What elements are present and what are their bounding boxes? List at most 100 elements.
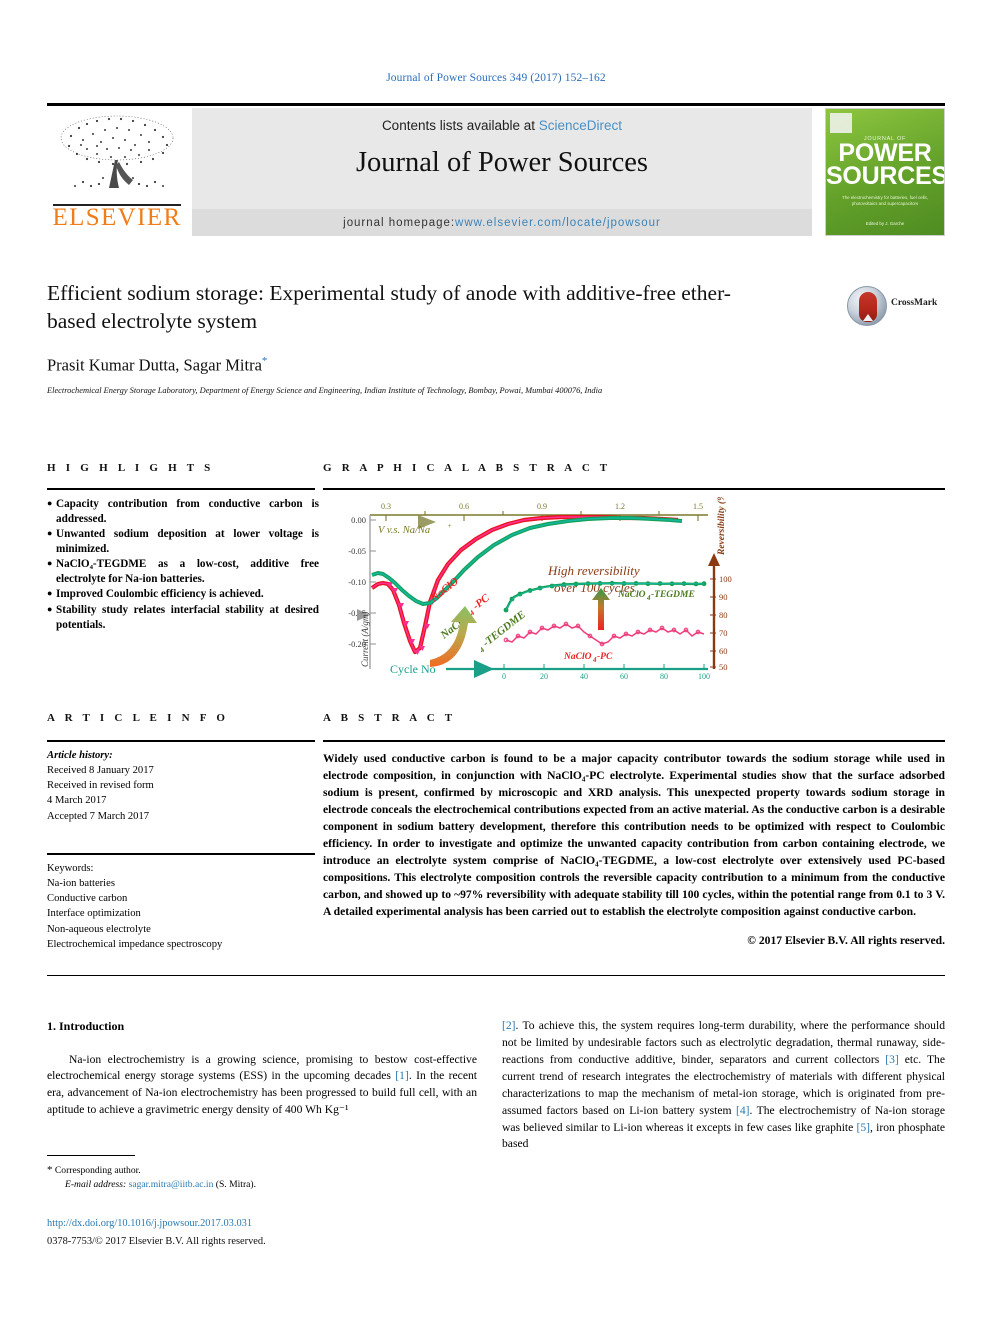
journal-masthead: ELSEVIER Contents lists available at Sci… — [47, 106, 945, 236]
svg-text:1.5: 1.5 — [693, 502, 703, 511]
list-item: ● Stability study relates interfacial st… — [47, 603, 319, 632]
citation-ref[interactable]: [5] — [856, 1121, 870, 1134]
inset-label-naclo4-tegdme-tail: -TEGDME — [651, 590, 695, 600]
corresponding-author-text: Corresponding author. — [54, 1165, 141, 1176]
email-label: E-mail address: — [65, 1178, 127, 1190]
keyword-item: Interface optimization — [47, 908, 141, 920]
journal-title: Journal of Power Sources — [355, 147, 649, 178]
author-names: Prasit Kumar Dutta, Sagar Mitra — [47, 355, 262, 375]
svg-text:80: 80 — [719, 610, 728, 620]
svg-text:-0.05: -0.05 — [348, 546, 366, 556]
highlights-rule — [47, 488, 315, 490]
body-separator-rule — [47, 975, 945, 976]
svg-text:60: 60 — [620, 672, 628, 681]
keywords-rule — [47, 853, 315, 855]
author-list: Prasit Kumar Dutta, Sagar Mitra* — [47, 355, 945, 376]
abstract-rule — [323, 740, 945, 742]
article-history-item: 4 March 2017 — [47, 795, 107, 807]
paper-page: Journal of Power Sources 349 (2017) 152–… — [0, 0, 992, 1323]
homepage-url-link[interactable]: www.elsevier.com/locate/jpowsour — [455, 217, 661, 229]
email-note: E-mail address: sagar.mitra@iitb.ac.in (… — [47, 1179, 477, 1190]
email-link[interactable]: sagar.mitra@iitb.ac.in — [129, 1179, 214, 1190]
journal-homepage-band: journal homepage: www.elsevier.com/locat… — [192, 209, 812, 236]
citation-ref[interactable]: [3] — [885, 1053, 899, 1066]
cover-title-line2: SOURCES — [826, 162, 945, 190]
main-x-axis-label: V v.s. Na/Na — [378, 525, 430, 536]
highlight-text: Improved Coulombic efficiency is achieve… — [56, 588, 264, 601]
keywords-list: Keywords: Na-ion batteries Conductive ca… — [47, 861, 315, 952]
svg-text:-0.10: -0.10 — [348, 577, 366, 587]
footnote-rule — [47, 1155, 135, 1156]
doi-link[interactable]: http://dx.doi.org/10.1016/j.jpowsour.201… — [47, 1218, 252, 1229]
keywords-label: Keywords: — [47, 863, 94, 874]
list-item: ● Improved Coulombic efficiency is achie… — [47, 587, 319, 602]
svg-text:100: 100 — [698, 672, 710, 681]
journal-cover-thumbnail[interactable]: JOURNAL OF POWER SOURCES The electrochem… — [825, 108, 945, 236]
main-x-tick-labels: 0.3 0.6 0.9 1.2 1.5 — [381, 502, 703, 511]
abstract-body: Widely used conductive carbon is found t… — [323, 750, 945, 949]
list-item: ● NaClO₄-TEGDME as a low-cost, additive … — [47, 557, 319, 586]
crossmark-badge[interactable]: CrossMark — [847, 286, 945, 328]
inset-label-naclo4-tegdme: NaClO — [617, 590, 646, 600]
trend-arrow-main-icon — [430, 606, 477, 667]
crossmark-icon-arrow — [863, 314, 873, 321]
list-item: ● Unwanted sodium deposition at lower vo… — [47, 527, 319, 556]
bullet-icon: ● — [47, 603, 53, 614]
svg-text:1.2: 1.2 — [615, 502, 625, 511]
curve-label-naclo4-tegdme-tail: -TEGDME — [480, 609, 527, 650]
graphical-abstract-heading: G R A P H I C A L A B S T R A C T — [323, 462, 611, 474]
list-item: ● Capacity contribution from conductive … — [47, 497, 319, 526]
article-info-heading: A R T I C L E I N F O — [47, 712, 229, 724]
citation-ref[interactable]: [1] — [395, 1069, 409, 1082]
footnote-star-icon: * — [47, 1164, 53, 1176]
elsevier-wordmark: ELSEVIER — [52, 204, 182, 231]
issn-copyright-line: 0378-7753/© 2017 Elsevier B.V. All right… — [47, 1236, 266, 1247]
abstract-copyright: © 2017 Elsevier B.V. All rights reserved… — [747, 934, 945, 948]
masthead-center: Contents lists available at ScienceDirec… — [192, 108, 812, 236]
intro-column-left: 1. Introduction Na-ion electrochemistry … — [47, 1018, 477, 1119]
inset-label-naclo4-pc-tail: -PC — [597, 652, 613, 662]
inset-x-axis-label: Cycle No — [390, 662, 436, 676]
svg-text:0: 0 — [502, 672, 506, 681]
contents-list-line: Contents lists available at ScienceDirec… — [382, 118, 622, 133]
citation-ref[interactable]: [4] — [736, 1104, 750, 1117]
corresponding-author-marker: * — [261, 354, 268, 367]
main-y-ticks — [370, 519, 376, 645]
footnote-block: * Corresponding author. E-mail address: … — [47, 1155, 477, 1190]
intro-paragraph-left: Na-ion electrochemistry is a growing sci… — [47, 1052, 477, 1117]
corresponding-author-note: * Corresponding author. — [47, 1162, 477, 1179]
article-history-label: Article history: — [47, 750, 113, 761]
svg-text:0.00: 0.00 — [351, 515, 366, 525]
keyword-item: Conductive carbon — [47, 893, 128, 905]
article-info-rule — [47, 740, 315, 742]
article-history-item: Accepted 7 March 2017 — [47, 810, 150, 822]
bullet-icon: ● — [47, 498, 53, 508]
affiliation: Electrochemical Energy Storage Laborator… — [47, 386, 603, 396]
inset-y-tick-labels: 100 90 80 70 60 50 — [719, 574, 732, 672]
page-title: Efficient sodium storage: Experimental s… — [47, 281, 731, 333]
svg-text:70: 70 — [719, 628, 728, 638]
contents-prefix: Contents lists available at — [381, 118, 539, 133]
inset-label-naclo4-pc: NaClO — [563, 652, 592, 662]
keyword-item: Na-ion batteries — [47, 878, 115, 890]
title-block: Efficient sodium storage: Experimental s… — [47, 280, 945, 398]
inset-x-axis-arrow-icon — [474, 660, 494, 678]
highlight-text: Stability study relates interfacial stab… — [56, 603, 319, 631]
highlight-text: NaClO₄-TEGDME as a low-cost, additive fr… — [56, 558, 319, 585]
cover-elsevier-mini-logo — [830, 113, 852, 133]
keyword-item: Electrochemical impedance spectroscopy — [47, 938, 223, 950]
graphical-abstract-rule — [323, 488, 945, 490]
svg-text:20: 20 — [540, 672, 548, 681]
article-history: Article history: Received 8 January 2017… — [47, 748, 315, 824]
running-head: Journal of Power Sources 349 (2017) 152–… — [386, 72, 606, 84]
inset-x-tick-labels: 0 20 40 60 80 100 — [502, 672, 710, 681]
svg-text:90: 90 — [719, 592, 728, 602]
citation-ref[interactable]: [2] — [502, 1019, 516, 1032]
curve-label-naclo4-pc-tail: -PC — [470, 592, 492, 613]
svg-text:0.9: 0.9 — [537, 502, 547, 511]
bullet-icon: ● — [47, 558, 53, 569]
cover-title: POWER SOURCES — [826, 141, 945, 190]
sciencedirect-link[interactable]: ScienceDirect — [539, 118, 622, 133]
crossmark-icon — [847, 286, 887, 326]
bullet-icon: ● — [47, 528, 53, 539]
